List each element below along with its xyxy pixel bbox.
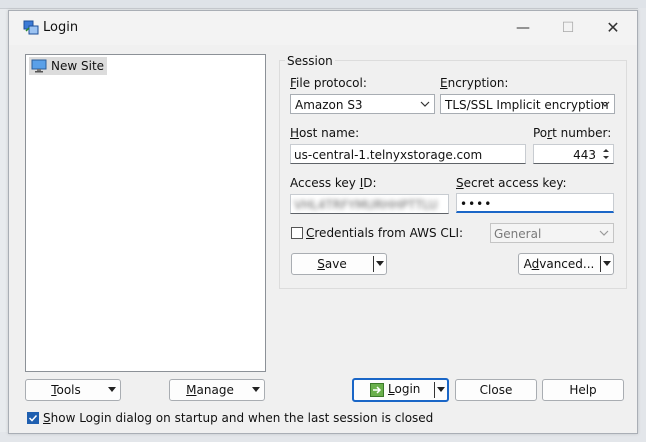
caret-down-icon[interactable] [437,387,445,392]
login-icon [370,383,384,397]
monitor-icon [31,59,47,73]
port-number-label: Port number: [533,126,612,140]
site-tree[interactable]: New Site [25,54,266,372]
tools-button[interactable]: Tools [25,379,121,401]
manage-button[interactable]: Manage [169,379,265,401]
save-button[interactable]: Save [291,253,387,275]
maximize-button: ☐ [561,20,575,36]
close-button[interactable]: Close [455,379,537,401]
show-login-dialog-label: Show Login dialog on startup and when th… [43,411,434,425]
show-login-dialog-checkbox[interactable] [27,412,39,424]
window-title: Login [43,20,79,35]
caret-down-icon[interactable] [376,261,384,266]
title-bar: Login — ☐ ✕ [9,11,637,45]
port-spinner-icon[interactable] [600,146,612,162]
caret-down-icon [108,387,116,392]
site-item-label: New Site [51,59,105,73]
caret-down-icon [252,387,260,392]
winscp-app-icon [23,20,39,35]
secret-access-key-input[interactable]: •••• [456,193,614,213]
close-window-button[interactable]: ✕ [591,15,635,41]
file-protocol-label: File protocol: [290,76,367,90]
access-key-id-label: Access key ID: [290,176,377,190]
checkmark-icon [28,414,38,422]
chevron-down-icon [599,230,609,236]
site-item-new-site[interactable]: New Site [29,57,108,75]
chevron-down-icon [600,101,610,107]
port-number-input[interactable]: 443 [533,144,614,164]
background-app-toolbar [0,0,646,9]
show-login-dialog-option[interactable]: Show Login dialog on startup and when th… [27,411,433,425]
aws-profile-select: General [490,223,614,243]
secret-access-key-label: Secret access key: [456,176,567,190]
caret-down-icon[interactable] [603,261,611,266]
minimize-button[interactable]: — [501,15,545,41]
file-protocol-select[interactable]: Amazon S3 [290,94,435,114]
host-name-label: Host name: [290,126,360,140]
encryption-select[interactable]: TLS/SSL Implicit encryption [440,94,615,114]
host-name-input[interactable]: us-central-1.telnyxstorage.com [290,144,526,164]
credentials-aws-cli-label: Credentials from AWS CLI: [306,226,464,240]
chevron-down-icon [420,101,430,107]
encryption-label: Encryption: [440,76,509,90]
advanced-button[interactable]: Advanced... [518,253,614,275]
credentials-aws-cli-checkbox[interactable] [291,227,303,239]
access-key-id-input[interactable]: VHL4TRFYMURHHPTTLU [290,194,449,214]
background-app-edge [638,8,646,442]
login-button[interactable]: Login [352,378,449,402]
session-legend: Session [285,54,335,68]
help-button[interactable]: Help [542,379,624,401]
login-dialog: Login — ☐ ✕ New Site Session File protoc… [8,10,638,434]
